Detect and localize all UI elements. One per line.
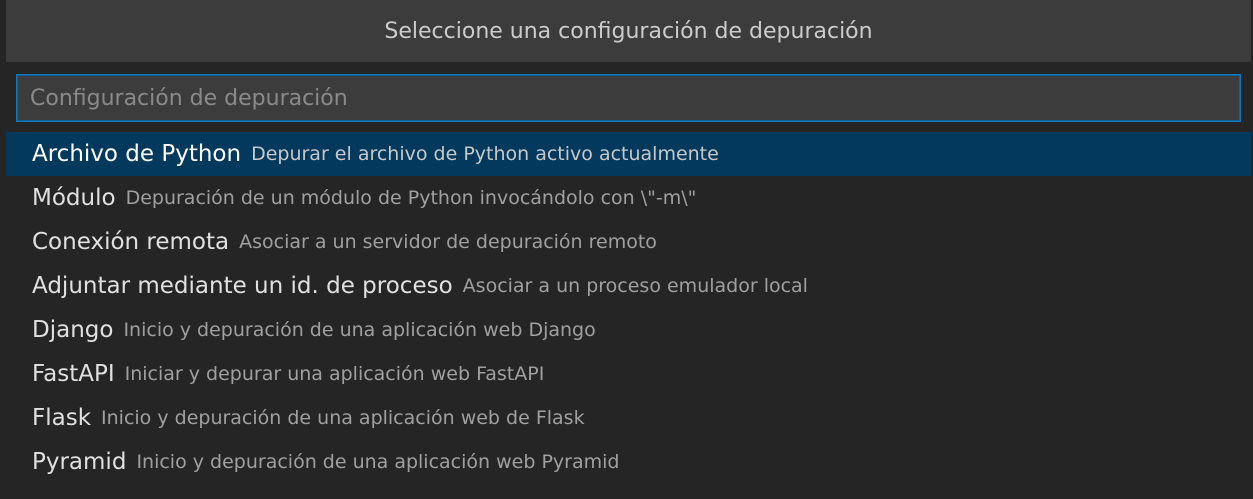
list-item-archivo-de-python[interactable]: Archivo de Python Depurar el archivo de … xyxy=(6,132,1251,176)
list-item-django[interactable]: Django Inicio y depuración de una aplica… xyxy=(6,308,1251,352)
list-item-label: Flask xyxy=(32,405,92,431)
list-item-description: Asociar a un servidor de depuración remo… xyxy=(239,231,657,253)
list-item-description: Iniciar y depurar una aplicación web Fas… xyxy=(124,363,545,385)
debug-configuration-list: Archivo de Python Depurar el archivo de … xyxy=(6,132,1251,484)
quick-pick-title: Seleccione una configuración de depuraci… xyxy=(6,0,1251,62)
list-item-label: Archivo de Python xyxy=(32,141,242,167)
debug-configuration-input[interactable] xyxy=(16,74,1241,122)
list-item-label: Conexión remota xyxy=(32,229,230,255)
list-item-label: Módulo xyxy=(32,185,116,211)
list-item-description: Inicio y depuración de una aplicación we… xyxy=(123,319,596,341)
list-item-label: Adjuntar mediante un id. de proceso xyxy=(32,273,453,299)
quick-pick-input-container xyxy=(6,62,1251,131)
list-item-description: Inicio y depuración de una aplicación we… xyxy=(101,407,585,429)
quick-pick-widget: Seleccione una configuración de depuraci… xyxy=(6,0,1251,499)
list-item-conexion-remota[interactable]: Conexión remota Asociar a un servidor de… xyxy=(6,220,1251,264)
list-item-description: Inicio y depuración de una aplicación we… xyxy=(136,451,620,473)
list-item-description: Asociar a un proceso emulador local xyxy=(462,275,808,297)
list-item-label: Pyramid xyxy=(32,449,127,475)
list-item-modulo[interactable]: Módulo Depuración de un módulo de Python… xyxy=(6,176,1251,220)
quick-pick-title-text: Seleccione una configuración de depuraci… xyxy=(384,18,873,44)
list-item-description: Depuración de un módulo de Python invocá… xyxy=(125,187,697,209)
list-item-adjuntar-proceso[interactable]: Adjuntar mediante un id. de proceso Asoc… xyxy=(6,264,1251,308)
list-item-label: Django xyxy=(32,317,114,343)
list-item-pyramid[interactable]: Pyramid Inicio y depuración de una aplic… xyxy=(6,440,1251,484)
list-item-description: Depurar el archivo de Python activo actu… xyxy=(251,143,719,165)
list-item-flask[interactable]: Flask Inicio y depuración de una aplicac… xyxy=(6,396,1251,440)
list-item-fastapi[interactable]: FastAPI Iniciar y depurar una aplicación… xyxy=(6,352,1251,396)
list-item-label: FastAPI xyxy=(32,361,115,387)
